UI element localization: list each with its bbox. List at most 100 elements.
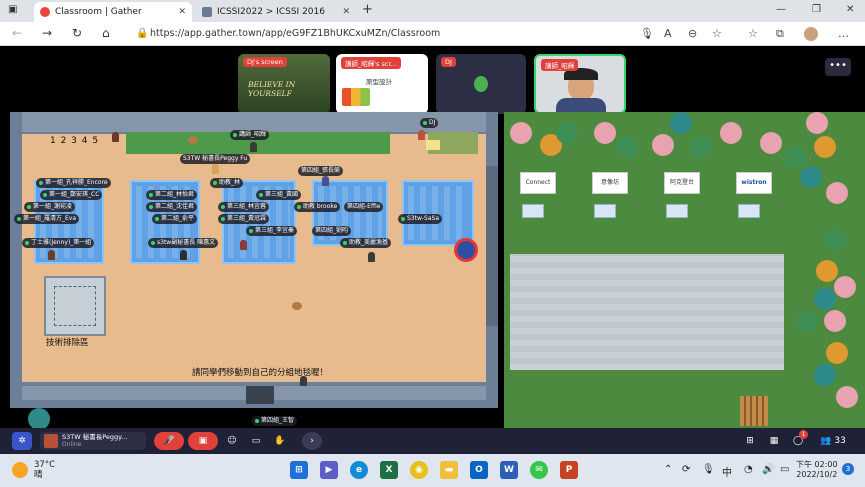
new-tab-button[interactable]: + <box>362 2 373 17</box>
video-tile-dj[interactable]: DJ <box>436 54 526 114</box>
close-window-icon[interactable]: ✕ <box>846 4 854 15</box>
microphone-icon[interactable]: 🎙 <box>640 27 654 40</box>
expand-arrow-icon[interactable]: › <box>302 432 322 450</box>
video-tile-lecturer-camera[interactable]: 講師_昭輝 <box>534 54 626 114</box>
screen-share-icon[interactable]: ▭ <box>248 432 264 450</box>
participants-button[interactable]: 👥 33 <box>816 432 850 450</box>
line-icon[interactable]: ✉ <box>530 461 548 479</box>
user-profile-button[interactable]: S3TW 秘書長Peggy... Online <box>40 432 146 450</box>
zoom-icon[interactable]: ⊖ <box>688 27 697 40</box>
name-tag[interactable]: 第四組_張長榮 <box>298 166 344 176</box>
sponsor-booth-3[interactable]: 阿克登台 <box>664 172 700 194</box>
tab-classroom-gather[interactable]: Classroom | Gather ✕ <box>34 2 192 22</box>
read-aloud-icon[interactable]: A <box>664 27 672 40</box>
avatar[interactable] <box>240 240 247 250</box>
name-tag[interactable]: 第一組_羅清方_Eva <box>14 214 80 224</box>
name-tag[interactable]: 丁士雅(Jenny)_第一組 <box>22 238 95 248</box>
mic-tray-icon[interactable]: 🎙 <box>702 464 715 475</box>
forward-icon[interactable]: → <box>42 26 52 40</box>
name-tag[interactable]: s3tw副秘書長 陳惠文 <box>148 238 219 248</box>
notification-center-icon[interactable]: 3 <box>842 463 854 475</box>
video-tile-lecturer-screen[interactable]: 原型設計 講師_昭輝's scr... <box>336 54 428 114</box>
maximize-icon[interactable]: ❐ <box>812 4 821 15</box>
close-tab-icon[interactable]: ✕ <box>178 7 186 17</box>
window-menu-icon[interactable]: ▣ <box>8 4 17 15</box>
name-tag[interactable]: 第二組_林怡君 <box>146 190 198 200</box>
name-tag[interactable]: 助教_林 <box>210 178 244 188</box>
more-options-button[interactable]: ••• <box>825 58 851 76</box>
weather-widget[interactable]: 37°C 晴 <box>34 460 55 480</box>
edge-icon[interactable]: e <box>350 461 368 479</box>
video-tile-dj-screen[interactable]: BELIEVE IN YOURSELF DJ's screen <box>238 54 330 114</box>
name-tag[interactable]: 第四組-Effie <box>344 202 384 212</box>
powerpoint-icon[interactable]: P <box>560 461 578 479</box>
avatar[interactable] <box>112 132 119 142</box>
refresh-icon[interactable]: ↻ <box>72 26 82 40</box>
name-tag[interactable]: 第三組_林宜蓉 <box>218 202 270 212</box>
name-tag[interactable]: 第三組_黃國 <box>256 190 302 200</box>
camera-off-button[interactable]: ▣ <box>188 432 218 450</box>
avatar[interactable] <box>212 164 219 174</box>
name-tag[interactable]: S3tw-SaSa <box>398 214 443 224</box>
tray-overflow-icon[interactable]: ⌃ <box>664 464 672 475</box>
name-tag[interactable]: 第一組_孔祥勝_Encore <box>36 178 111 188</box>
spawn-marker[interactable] <box>454 238 478 262</box>
avatar[interactable] <box>250 142 257 152</box>
sponsor-booth-2[interactable]: 意像坊 <box>592 172 628 194</box>
name-tag[interactable]: 第四組_王智 <box>252 416 298 426</box>
avatar[interactable] <box>322 176 329 186</box>
url-field[interactable]: https://app.gather.town/app/eG9FZ1BhUKCx… <box>150 28 440 39</box>
home-icon[interactable]: ⌂ <box>102 26 110 40</box>
back-icon[interactable]: ← <box>12 26 22 40</box>
excel-icon[interactable]: X <box>380 461 398 479</box>
name-tag[interactable]: 第一組_謝宛凌 <box>24 202 76 212</box>
clock[interactable]: 下午 02:00 2022/10/2 <box>796 460 838 480</box>
avatar[interactable] <box>418 130 425 140</box>
mute-microphone-button[interactable]: 🎤̸ <box>154 432 184 450</box>
name-tag[interactable]: 講師_昭輝 <box>230 130 270 140</box>
outlook-icon[interactable]: O <box>470 461 488 479</box>
favorites-icon[interactable]: ☆ <box>748 27 758 40</box>
word-icon[interactable]: W <box>500 461 518 479</box>
language-icon[interactable]: 中 <box>722 464 732 479</box>
file-explorer-icon[interactable]: ▬ <box>440 461 458 479</box>
wifi-icon[interactable]: ◔ <box>744 464 753 475</box>
gather-logo-icon[interactable]: ✲ <box>12 432 32 450</box>
more-icon[interactable]: … <box>838 27 849 40</box>
tab-icssi[interactable]: ICSSI2022 > ICSSI 2016 ✕ <box>196 2 356 22</box>
avatar[interactable] <box>180 250 187 260</box>
name-tag[interactable]: S3TW 秘書長Peggy Fu <box>180 154 251 164</box>
name-tag[interactable]: DJ <box>420 118 439 128</box>
gather-map-area[interactable]: BELIEVE IN YOURSELF DJ's screen 原型設計 講師_… <box>0 46 865 428</box>
volume-icon[interactable]: 🔊 <box>762 464 774 475</box>
favorite-star-icon[interactable]: ☆ <box>712 27 722 40</box>
weather-sun-icon[interactable] <box>12 462 28 478</box>
name-tag[interactable]: 第三組_李宜秦 <box>246 226 298 236</box>
name-tag[interactable]: 第二組_俞平 <box>152 214 198 224</box>
chrome-icon[interactable]: ◉ <box>410 461 428 479</box>
name-tag[interactable]: 第一組_鄭安琪_CC <box>40 190 103 200</box>
classroom-door[interactable] <box>246 386 274 404</box>
start-icon[interactable]: ⊞ <box>290 461 308 479</box>
name-tag[interactable]: 助教_美麗漁基 <box>340 238 392 248</box>
group-5-carpet[interactable] <box>402 180 474 246</box>
name-tag[interactable]: 第二組_沈佳君 <box>146 202 198 212</box>
build-icon[interactable]: ⊞ <box>742 432 758 450</box>
name-tag[interactable]: 第三組_黃冠霖 <box>218 214 270 224</box>
collections-icon[interactable]: ⧉ <box>776 27 784 41</box>
battery-icon[interactable]: ▭ <box>780 464 789 475</box>
tech-support-rug[interactable] <box>44 276 106 336</box>
teams-icon[interactable]: ▶ <box>320 461 338 479</box>
calendar-icon[interactable]: ▦ <box>766 432 782 450</box>
profile-avatar[interactable] <box>804 27 818 41</box>
sponsor-booth-connect[interactable]: Connect <box>520 172 556 194</box>
minimize-icon[interactable]: — <box>776 4 786 15</box>
avatar[interactable] <box>300 376 307 386</box>
avatar[interactable] <box>368 252 375 262</box>
close-tab-icon[interactable]: ✕ <box>342 7 350 17</box>
sync-icon[interactable]: ⟳ <box>682 464 690 475</box>
avatar[interactable] <box>48 250 55 260</box>
name-tag[interactable]: 助教 brooke <box>294 202 341 212</box>
raise-hand-icon[interactable]: ✋ <box>272 432 288 450</box>
sponsor-booth-wistron[interactable]: wistron <box>736 172 772 194</box>
